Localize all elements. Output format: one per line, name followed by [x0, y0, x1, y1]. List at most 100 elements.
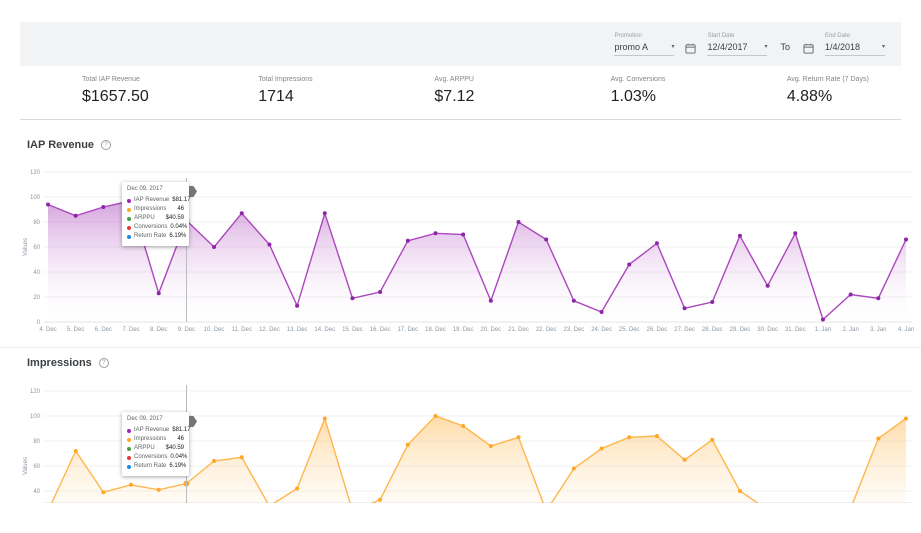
chart-tooltip: Dec 09, 2017 IAP Revenue$81.17 Impression… — [122, 182, 189, 246]
tooltip-series-value: $40.59 — [166, 445, 184, 452]
svg-text:10. Dec: 10. Dec — [204, 327, 225, 333]
svg-text:100: 100 — [30, 195, 41, 201]
iap-revenue-chart-title: IAP Revenue ? — [27, 139, 111, 151]
series-dot-icon — [127, 217, 131, 221]
start-date-calendar-icon[interactable] — [685, 43, 696, 54]
svg-text:20: 20 — [33, 295, 40, 301]
kpi-label: Avg. Return Rate (7 Days) — [787, 76, 901, 83]
tooltip-series-label: IAP Revenue — [134, 427, 169, 434]
tooltip-row: Return Rate6.19% — [127, 233, 184, 240]
svg-text:8. Dec: 8. Dec — [150, 327, 167, 333]
start-date-select[interactable]: 12/4/2017 ▾ — [707, 42, 767, 56]
tooltip-date: Dec 09, 2017 — [127, 186, 184, 192]
tooltip-series-label: ARPPU — [134, 215, 163, 222]
svg-text:13. Dec: 13. Dec — [287, 327, 308, 333]
svg-text:27. Dec: 27. Dec — [674, 327, 695, 333]
series-dot-icon — [127, 465, 131, 469]
tooltip-series-value: 6.19% — [169, 463, 186, 470]
end-date-value: 1/4/2018 — [825, 42, 860, 52]
chart-title-text: IAP Revenue — [27, 139, 94, 151]
tooltip-series-value: $81.17 — [172, 197, 190, 204]
svg-text:26. Dec: 26. Dec — [647, 327, 668, 333]
end-date-select[interactable]: 1/4/2018 ▾ — [825, 42, 885, 56]
svg-text:60: 60 — [33, 464, 40, 470]
kpi-avg-return-rate: Avg. Return Rate (7 Days) 4.88% — [725, 68, 901, 119]
start-date-value: 12/4/2017 — [707, 42, 747, 52]
svg-text:12. Dec: 12. Dec — [259, 327, 280, 333]
tooltip-series-label: Impressions — [134, 206, 174, 213]
tooltip-series-value: $81.17 — [172, 427, 190, 434]
tooltip-row: Impressions46 — [127, 436, 184, 443]
tooltip-row: ARPPU$40.59 — [127, 215, 184, 222]
svg-text:30. Dec: 30. Dec — [757, 327, 778, 333]
end-date-filter: End Date 1/4/2018 ▾ — [825, 33, 885, 56]
dashboard: Promotion promo A ▾ Start Date 12/4/2017… — [0, 0, 921, 533]
section-divider — [0, 347, 921, 348]
svg-text:28. Dec: 28. Dec — [702, 327, 723, 333]
svg-text:4. Jan: 4. Jan — [898, 327, 914, 333]
tooltip-series-label: Return Rate — [134, 233, 166, 240]
tooltip-series-label: Impressions — [134, 436, 174, 443]
tooltip-series-value: 46 — [177, 206, 184, 213]
svg-text:21. Dec: 21. Dec — [508, 327, 529, 333]
kpi-total-iap-revenue: Total IAP Revenue $1657.50 — [20, 68, 196, 119]
series-dot-icon — [127, 438, 131, 442]
series-dot-icon — [127, 456, 131, 460]
tooltip-series-value: 6.19% — [169, 233, 186, 240]
promotion-select[interactable]: promo A ▾ — [614, 42, 674, 56]
svg-text:17. Dec: 17. Dec — [397, 327, 418, 333]
svg-text:15. Dec: 15. Dec — [342, 327, 363, 333]
tooltip-series-value: 0.04% — [170, 454, 187, 461]
kpi-row: Total IAP Revenue $1657.50 Total Impress… — [20, 68, 901, 120]
svg-text:14. Dec: 14. Dec — [314, 327, 335, 333]
series-dot-icon — [127, 208, 131, 212]
tooltip-row: Conversions0.04% — [127, 454, 184, 461]
svg-text:20. Dec: 20. Dec — [480, 327, 501, 333]
series-dot-icon — [127, 199, 131, 203]
svg-text:19. Dec: 19. Dec — [453, 327, 474, 333]
series-dot-icon — [127, 226, 131, 230]
svg-text:5. Dec: 5. Dec — [67, 327, 84, 333]
tooltip-series-value: $40.59 — [166, 215, 184, 222]
svg-text:7. Dec: 7. Dec — [122, 327, 139, 333]
tooltip-series-label: IAP Revenue — [134, 197, 169, 204]
series-dot-icon — [127, 235, 131, 239]
tooltip-series-value: 46 — [177, 436, 184, 443]
chevron-down-icon: ▾ — [764, 44, 767, 50]
tooltip-series-value: 0.04% — [170, 224, 187, 231]
kpi-avg-arppu: Avg. ARPPU $7.12 — [372, 68, 548, 119]
promotion-label: Promotion — [614, 33, 674, 39]
svg-text:0: 0 — [37, 320, 41, 326]
svg-text:80: 80 — [33, 220, 40, 226]
start-date-label: Start Date — [707, 33, 767, 39]
promotion-value: promo A — [614, 42, 648, 52]
svg-text:40: 40 — [33, 489, 40, 495]
kpi-value: 1.03% — [611, 88, 725, 106]
kpi-label: Total Impressions — [258, 76, 372, 83]
x-axis-labels: 4. Dec5. Dec6. Dec7. Dec8. Dec9. Dec10. … — [39, 327, 914, 333]
kpi-avg-conversions: Avg. Conversions 1.03% — [549, 68, 725, 119]
chevron-down-icon: ▾ — [671, 44, 674, 50]
kpi-total-impressions: Total Impressions 1714 — [196, 68, 372, 119]
svg-text:100: 100 — [30, 414, 41, 420]
svg-text:1. Jan: 1. Jan — [815, 327, 831, 333]
svg-text:16. Dec: 16. Dec — [370, 327, 391, 333]
help-icon[interactable]: ? — [99, 358, 109, 368]
promotion-filter: Promotion promo A ▾ — [614, 33, 674, 56]
tooltip-row: IAP Revenue$81.17 — [127, 427, 184, 434]
chart-tooltip: Dec 09, 2017 IAP Revenue$81.17Impression… — [122, 412, 189, 476]
chevron-down-icon: ▾ — [882, 44, 885, 50]
date-range-to-label: To — [780, 42, 790, 52]
end-date-label: End Date — [825, 33, 885, 39]
help-icon[interactable]: ? — [101, 140, 111, 150]
svg-text:2. Jan: 2. Jan — [842, 327, 858, 333]
kpi-value: 1714 — [258, 88, 372, 106]
y-axis-title: Values — [23, 457, 29, 475]
kpi-value: $1657.50 — [82, 88, 196, 106]
kpi-label: Total IAP Revenue — [82, 76, 196, 83]
svg-text:6. Dec: 6. Dec — [95, 327, 112, 333]
series-dot-icon — [127, 429, 131, 433]
svg-text:11. Dec: 11. Dec — [232, 327, 252, 333]
impressions-chart-title: Impressions ? — [27, 357, 109, 369]
end-date-calendar-icon[interactable] — [803, 43, 814, 54]
